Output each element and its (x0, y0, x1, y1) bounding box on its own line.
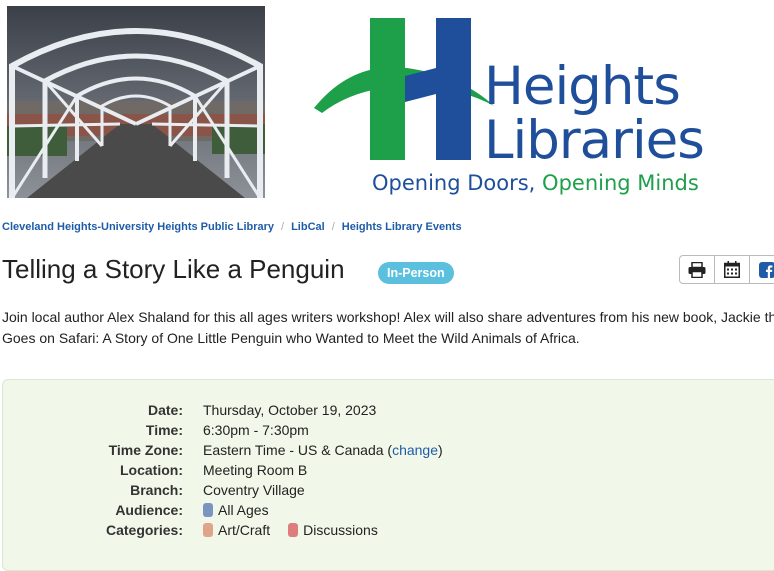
heights-libraries-logo[interactable]: Heights Libraries Opening Doors, Opening… (312, 16, 732, 201)
logo-word-libraries: Libraries (484, 110, 705, 171)
time-value: 6:30pm - 7:30pm (203, 422, 309, 438)
header-photo (7, 6, 265, 198)
timezone-text: Eastern Time - US & Canada ( (203, 442, 393, 458)
categories-label: Categories: (105, 522, 183, 538)
event-description: Join local author Alex Shaland for this … (2, 307, 774, 349)
breadcrumb-separator: / (281, 221, 285, 233)
location-label: Location: (120, 462, 183, 478)
print-button[interactable] (679, 255, 715, 284)
event-title: Telling a Story Like a Penguin (2, 254, 345, 284)
breadcrumb-library[interactable]: Cleveland Heights-University Heights Pub… (2, 221, 274, 233)
audience-text: All Ages (218, 502, 269, 518)
logo-word-heights: Heights (484, 56, 681, 117)
breadcrumb-events[interactable]: Heights Library Events (342, 221, 462, 233)
calendar-icon (724, 261, 740, 278)
audience-value: All Ages (203, 500, 269, 520)
branch-label: Branch: (130, 482, 183, 498)
breadcrumb-separator: / (331, 221, 335, 233)
timezone-value: Eastern Time - US & Canada (change) (203, 440, 443, 460)
breadcrumb: Cleveland Heights-University Heights Pub… (2, 221, 462, 233)
change-timezone-link[interactable]: change (392, 442, 438, 458)
category-art-craft[interactable]: Art/Craft (218, 522, 270, 538)
add-to-calendar-button[interactable] (714, 255, 750, 284)
category-color-swatch (203, 523, 213, 537)
category-color-swatch (288, 523, 299, 537)
breadcrumb-libcal[interactable]: LibCal (291, 221, 325, 233)
description-line: Join local author Alex Shaland for this … (2, 309, 774, 325)
date-label: Date: (147, 402, 183, 418)
facebook-share-button[interactable] (749, 255, 774, 284)
logo-tagline-part1: Opening Doors, (372, 171, 536, 195)
time-label: Time: (145, 422, 183, 438)
description-line: Goes on Safari: A Story of One Little Pe… (2, 330, 580, 346)
categories-value: Art/Craft Discussions (203, 520, 378, 540)
branch-value: Coventry Village (203, 482, 305, 498)
timezone-label: Time Zone: (108, 442, 183, 458)
category-discussions[interactable]: Discussions (303, 522, 378, 538)
print-icon (688, 261, 706, 278)
event-actions (679, 255, 774, 284)
facebook-icon (759, 261, 774, 278)
logo-tagline: Opening Doors, Opening Minds (372, 171, 699, 195)
in-person-badge: In-Person (378, 262, 454, 284)
audience-color-swatch (203, 503, 213, 517)
audience-label: Audience: (115, 502, 183, 518)
location-value: Meeting Room B (203, 462, 308, 478)
timezone-close: ) (438, 442, 443, 458)
date-value: Thursday, October 19, 2023 (203, 402, 377, 418)
logo-tagline-part2: Opening Minds (542, 171, 699, 195)
event-details-panel: Date: Thursday, October 19, 2023 Time: 6… (2, 379, 774, 571)
